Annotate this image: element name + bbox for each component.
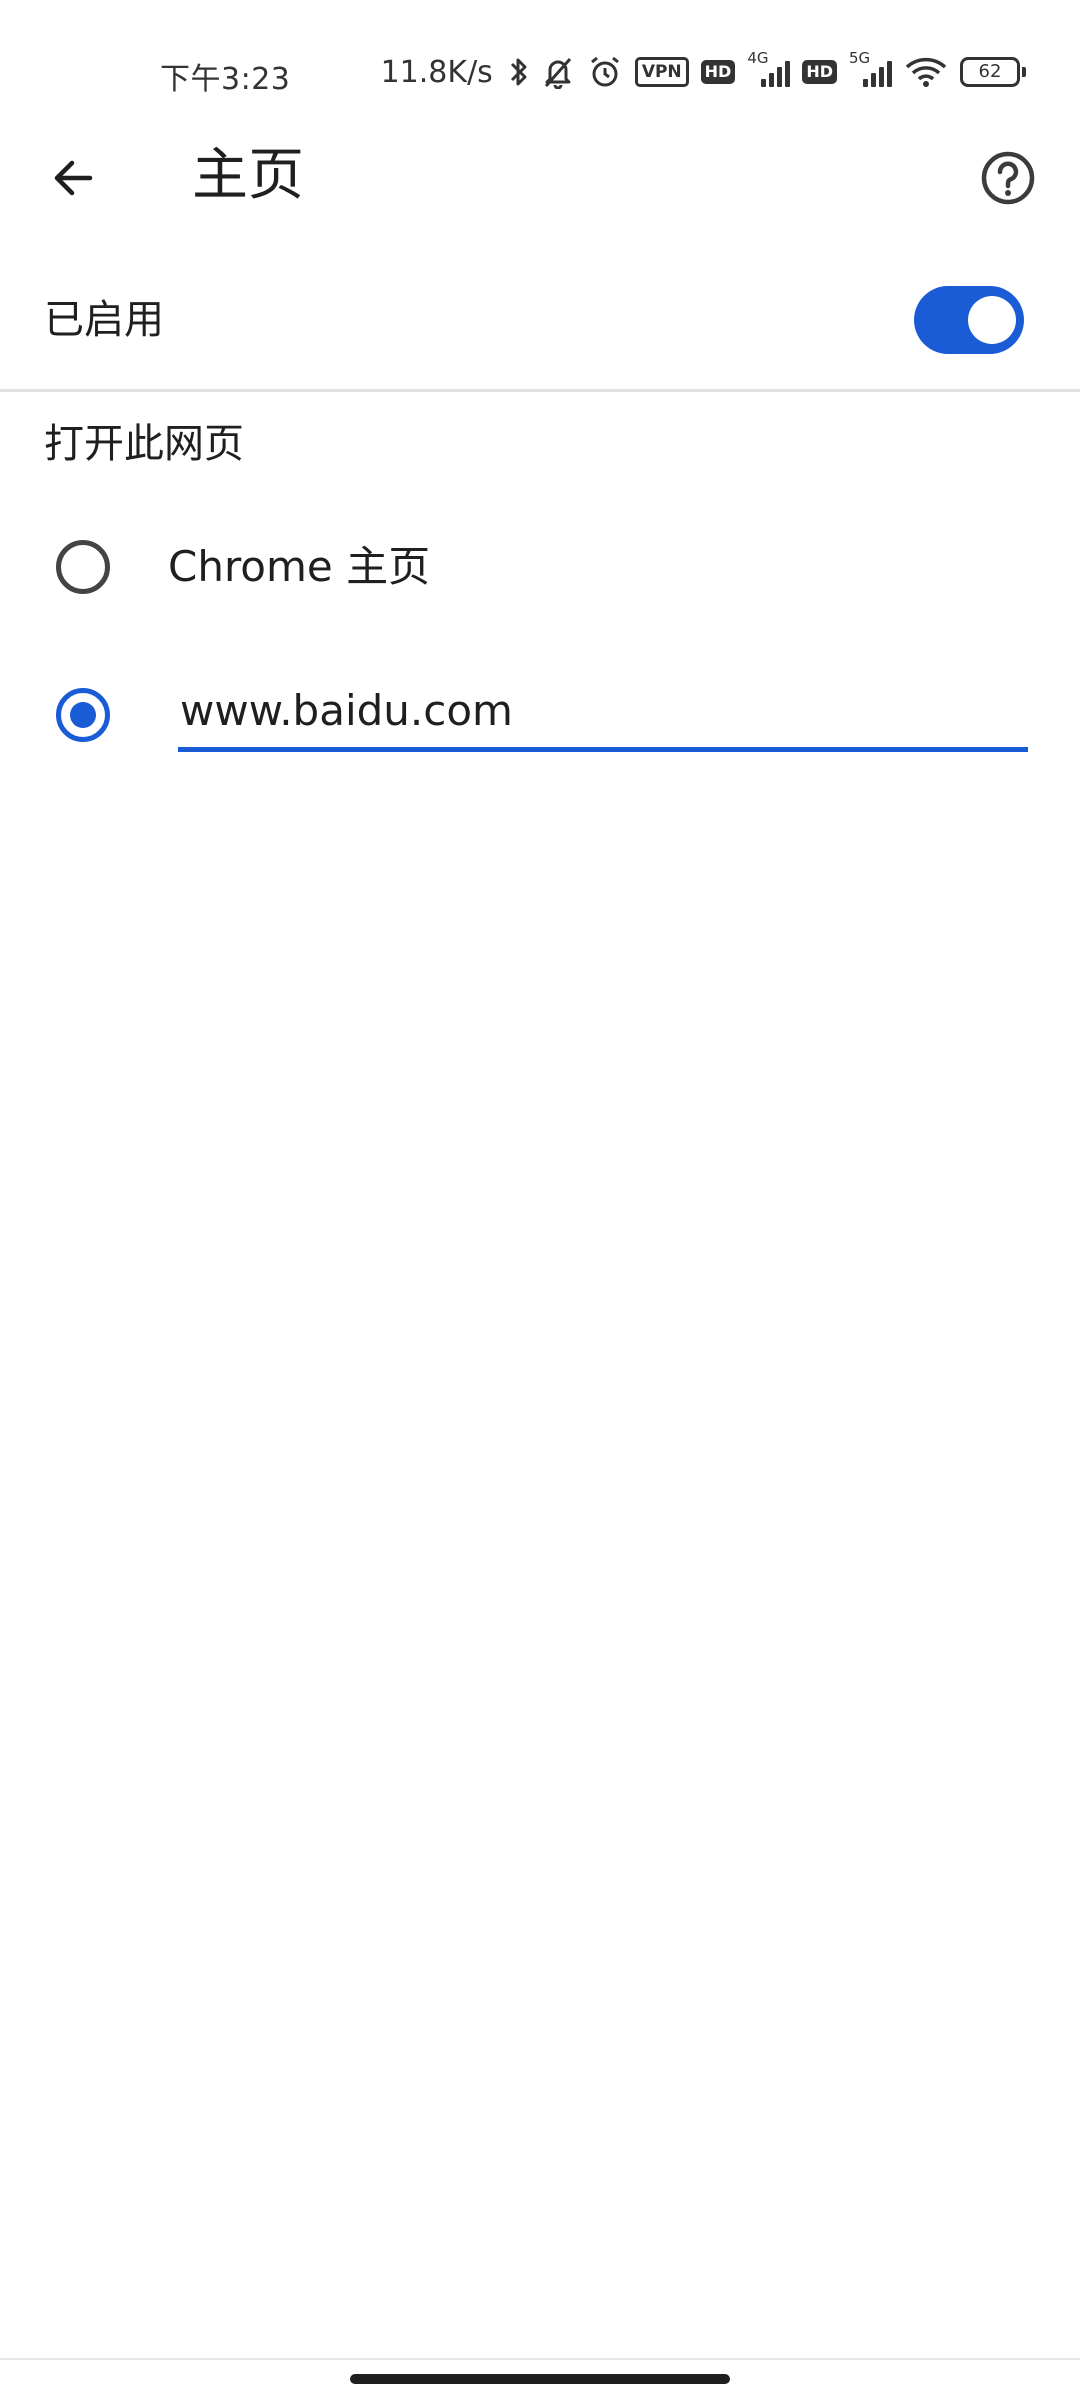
chrome-home-radio[interactable] bbox=[56, 540, 110, 594]
help-button[interactable] bbox=[972, 142, 1044, 214]
vpn-icon: VPN bbox=[634, 57, 689, 87]
alarm-icon bbox=[587, 54, 623, 90]
hd-icon: HD bbox=[802, 60, 837, 84]
back-button[interactable] bbox=[38, 142, 110, 214]
enabled-setting-row[interactable]: 已启用 bbox=[0, 268, 1080, 392]
enabled-label: 已启用 bbox=[44, 297, 164, 343]
bluetooth-icon bbox=[509, 55, 529, 89]
radio-selected-dot bbox=[70, 702, 96, 728]
arrow-left-icon bbox=[54, 160, 93, 196]
signal-icon: 4G bbox=[747, 49, 791, 87]
status-icons: 11.8K/s VPN HD 4G HD 5G 62 bbox=[380, 49, 1026, 94]
network-speed: 11.8K/s bbox=[380, 54, 493, 90]
network-type-label: 4G bbox=[747, 49, 769, 67]
nav-divider bbox=[0, 2358, 1080, 2360]
help-circle-icon bbox=[981, 151, 1035, 205]
wifi-icon bbox=[904, 55, 948, 89]
bell-off-icon bbox=[541, 55, 575, 89]
hd-icon: HD bbox=[700, 60, 736, 84]
custom-url-input[interactable] bbox=[178, 680, 1028, 752]
option-custom-url[interactable] bbox=[0, 660, 1080, 770]
status-time: 下午3:23 bbox=[160, 62, 291, 97]
home-indicator[interactable] bbox=[350, 2374, 730, 2384]
page-title: 主页 bbox=[192, 143, 304, 208]
toggle-thumb bbox=[968, 296, 1016, 344]
app-bar: 主页 bbox=[0, 130, 1080, 220]
option-chrome-home[interactable]: Chrome 主页 bbox=[0, 512, 1080, 622]
custom-url-radio[interactable] bbox=[56, 688, 110, 742]
chrome-home-label: Chrome 主页 bbox=[168, 542, 431, 591]
section-header: 打开此网页 bbox=[44, 421, 244, 467]
enabled-toggle[interactable] bbox=[914, 286, 1024, 354]
screen: 下午3:23 11.8K/s VPN HD 4G HD 5G 62 主页 已启用… bbox=[0, 0, 1080, 2400]
network-type-label: 5G bbox=[849, 49, 871, 67]
signal-icon: 5G bbox=[849, 49, 892, 87]
battery-icon: 62 bbox=[960, 57, 1026, 87]
status-bar: 下午3:23 11.8K/s VPN HD 4G HD 5G 62 bbox=[0, 0, 1080, 130]
